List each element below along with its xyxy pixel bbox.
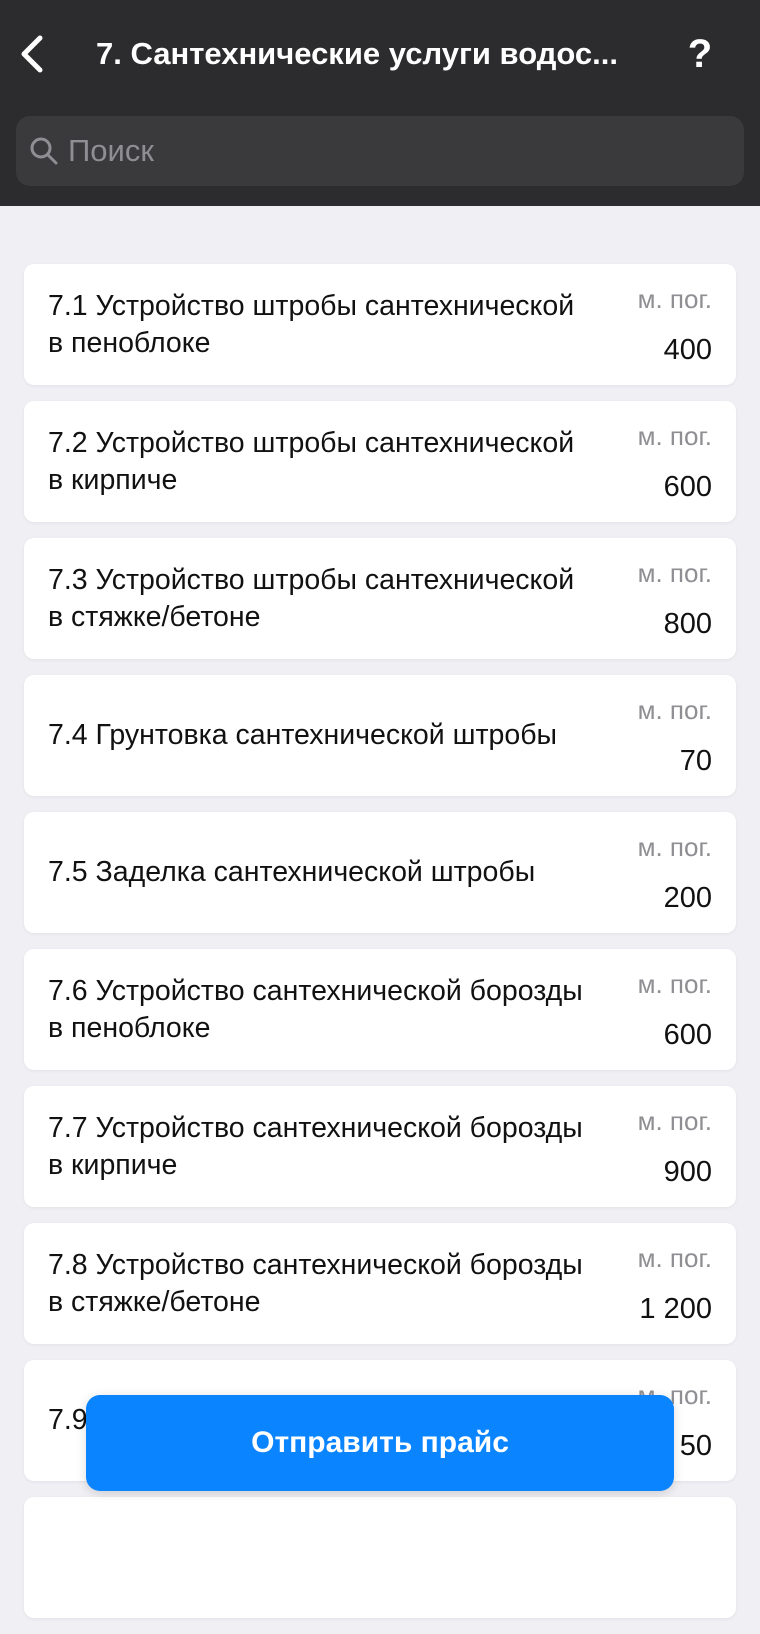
chevron-left-icon: [21, 35, 43, 73]
item-price: 600: [663, 471, 712, 503]
list-item[interactable]: 7.4 Грунтовка сантехнической штробы м. по…: [24, 675, 736, 796]
list-item[interactable]: 7.1 Устройство штробы сантехнической в п…: [24, 264, 736, 385]
list-item[interactable]: [24, 1497, 736, 1618]
item-price: 900: [663, 1156, 712, 1188]
send-price-button[interactable]: Отправить прайс: [86, 1395, 674, 1491]
search-bar[interactable]: [16, 116, 744, 186]
item-name: 7.2 Устройство штробы сантехнической в к…: [48, 426, 575, 496]
item-unit: м. пог.: [637, 421, 712, 451]
item-name: 7.6 Устройство сантехнической борозды в …: [48, 974, 583, 1044]
list-item[interactable]: 7.3 Устройство штробы сантехнической в с…: [24, 538, 736, 659]
item-unit: м. пог.: [637, 558, 712, 588]
item-price: 1 200: [639, 1293, 712, 1325]
item-name: 7.1 Устройство штробы сантехнической в п…: [48, 289, 575, 359]
item-name: 7.7 Устройство сантехнической борозды в …: [48, 1111, 583, 1181]
list-item[interactable]: 7.8 Устройство сантехнической борозды в …: [24, 1223, 736, 1344]
item-unit: м. пог.: [637, 969, 712, 999]
item-name: 7.4 Грунтовка сантехнической штробы: [48, 719, 558, 751]
list-item[interactable]: 7.2 Устройство штробы сантехнической в к…: [24, 401, 736, 522]
item-price: 800: [663, 608, 712, 640]
item-name: 7.5 Заделка сантехнической штробы: [48, 856, 536, 888]
item-price: 200: [663, 882, 712, 914]
item-price: 50: [679, 1430, 712, 1462]
item-unit: м. пог.: [637, 832, 712, 862]
list-item[interactable]: 7.5 Заделка сантехнической штробы м. пог.…: [24, 812, 736, 933]
list-item[interactable]: 7.6 Устройство сантехнической борозды в …: [24, 949, 736, 1070]
item-price: 600: [663, 1019, 712, 1051]
item-unit: м. пог.: [637, 284, 712, 314]
nav-bar: 7. Сантехнические услуги водос... ?: [0, 0, 760, 206]
back-button[interactable]: [10, 28, 54, 80]
item-unit: м. пог.: [637, 695, 712, 725]
item-name: 7.3 Устройство штробы сантехнической в с…: [48, 563, 575, 633]
item-price: 70: [679, 745, 712, 777]
search-input[interactable]: [68, 116, 728, 186]
item-unit: м. пог.: [637, 1243, 712, 1273]
search-icon: [30, 137, 58, 165]
page-title: 7. Сантехнические услуги водос...: [96, 36, 619, 71]
help-button[interactable]: ?: [676, 28, 724, 80]
item-name: 7.8 Устройство сантехнической борозды в …: [48, 1248, 583, 1318]
item-price: 400: [663, 334, 712, 366]
item-unit: м. пог.: [637, 1106, 712, 1136]
item-name: [48, 1497, 588, 1618]
list-item[interactable]: 7.7 Устройство сантехнической борозды в …: [24, 1086, 736, 1207]
